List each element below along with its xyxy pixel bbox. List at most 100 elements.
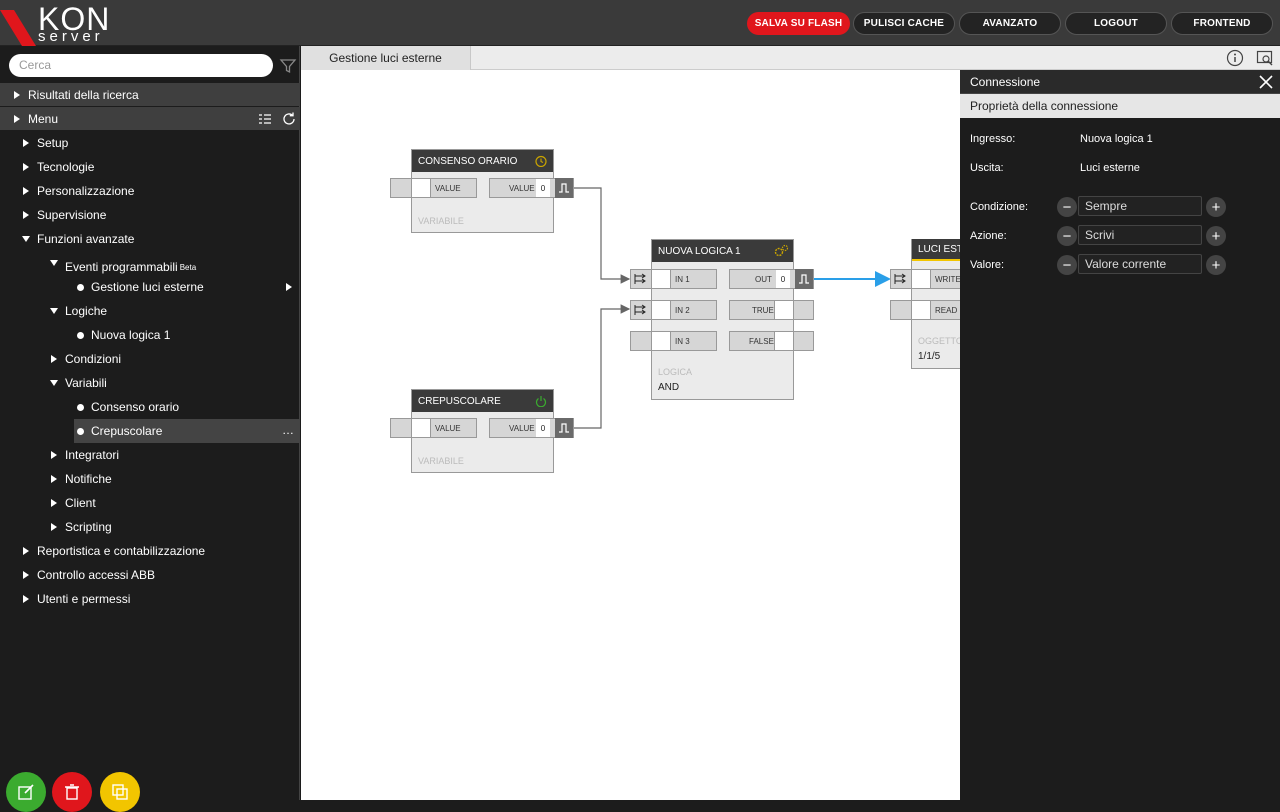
input-slot[interactable] <box>911 300 931 320</box>
output-slot[interactable] <box>774 300 794 320</box>
pulse-icon[interactable] <box>555 178 573 198</box>
port-crepuscolare-out[interactable]: VALUE 0 <box>489 418 574 438</box>
copy-button[interactable] <box>100 772 140 812</box>
sidebar-item-nuova-logica-1[interactable]: Nuova logica 1 <box>0 323 300 347</box>
sidebar-item-controllo-accessi[interactable]: Controllo accessi ABB <box>0 563 300 587</box>
connection-consenso-logica[interactable] <box>574 187 631 284</box>
output-slot[interactable] <box>774 331 794 351</box>
port-logica-out[interactable]: OUT 0 <box>729 269 814 289</box>
sidebar-item-integratori[interactable]: Integratori <box>0 443 300 467</box>
port-consenso-out[interactable]: VALUE 0 <box>489 178 574 198</box>
condizione-decrement-button[interactable]: − <box>1057 197 1077 217</box>
logo-mark-icon <box>0 10 36 46</box>
input-slot[interactable] <box>651 300 671 320</box>
connection-crepuscolare-logica[interactable] <box>574 304 631 429</box>
search-window-icon[interactable] <box>1256 49 1274 67</box>
valore-decrement-button[interactable]: − <box>1057 255 1077 275</box>
port-logica-in3[interactable]: IN 3 <box>630 331 717 351</box>
input-slot[interactable] <box>411 178 431 198</box>
sidebar-item-funzioni-avanzate[interactable]: Funzioni avanzate <box>0 227 300 251</box>
expand-icon <box>51 499 57 507</box>
port-label: FALSE <box>749 337 774 346</box>
info-icon[interactable] <box>1226 49 1244 67</box>
edit-button[interactable] <box>6 772 46 812</box>
sidebar-item-personalizzazione[interactable]: Personalizzazione <box>0 179 300 203</box>
search-input[interactable]: Cerca <box>9 54 273 77</box>
edit-icon <box>18 784 34 800</box>
group-address: 1/1/5 <box>918 351 941 362</box>
condizione-field[interactable]: Sempre <box>1078 196 1202 216</box>
port-logica-in2[interactable]: IN 2 <box>630 300 717 320</box>
port-logica-true[interactable]: TRUE <box>729 300 814 320</box>
sidebar-item-crepuscolare[interactable]: Crepuscolare… <box>74 419 300 443</box>
node-title: CREPUSCOLARE <box>412 390 553 412</box>
condizione-increment-button[interactable]: + <box>1206 197 1226 217</box>
menu-header[interactable]: Menu <box>0 107 300 130</box>
expand-icon <box>51 451 57 459</box>
port-luci-read[interactable]: READ <box>890 300 960 320</box>
port-luci-write[interactable]: WRITE <box>890 269 960 289</box>
filter-icon[interactable] <box>279 57 297 75</box>
search-results-header[interactable]: Risultati della ricerca <box>0 83 300 106</box>
pulse-icon[interactable] <box>795 269 813 289</box>
gears-icon <box>774 244 789 257</box>
azione-increment-button[interactable]: + <box>1206 226 1226 246</box>
expand-icon <box>23 571 29 579</box>
frontend-button[interactable]: FRONTEND <box>1171 12 1273 35</box>
input-slot[interactable] <box>651 269 671 289</box>
refresh-icon[interactable] <box>281 111 297 127</box>
sidebar-item-tecnologie[interactable]: Tecnologie <box>0 155 300 179</box>
sidebar-item-client[interactable]: Client <box>0 491 300 515</box>
sidebar-item-scripting[interactable]: Scripting <box>0 515 300 539</box>
input-slot[interactable] <box>911 269 931 289</box>
sidebar-item-supervisione[interactable]: Supervisione <box>0 203 300 227</box>
logic-canvas[interactable]: CONSENSO ORARIO VARIABILE VALUE VALUE 0 … <box>301 70 960 800</box>
input-slot[interactable] <box>411 418 431 438</box>
save-flash-button[interactable]: SALVA SU FLASH <box>747 12 850 35</box>
port-logica-false[interactable]: FALSE <box>729 331 814 351</box>
sidebar-item-reportistica[interactable]: Reportistica e contabilizzazione <box>0 539 300 563</box>
delete-button[interactable] <box>52 772 92 812</box>
sidebar-item-setup[interactable]: Setup <box>0 131 300 155</box>
port-label: VALUE <box>509 424 535 433</box>
timer-icon <box>535 155 547 167</box>
logo: KON server <box>0 0 130 46</box>
port-consenso-in[interactable]: VALUE <box>390 178 477 198</box>
azione-decrement-button[interactable]: − <box>1057 226 1077 246</box>
more-options-button[interactable]: … <box>282 423 294 437</box>
sidebar-item-label: Scripting <box>65 520 112 534</box>
sidebar-item-variabili[interactable]: Variabili <box>0 371 300 395</box>
sidebar: Cerca Risultati della ricerca Menu Setup… <box>0 46 300 800</box>
expand-icon <box>23 595 29 603</box>
input-arrows-icon <box>634 273 646 284</box>
sidebar-item-logiche[interactable]: Logiche <box>0 299 300 323</box>
port-crepuscolare-in[interactable]: VALUE <box>390 418 477 438</box>
port-label: VALUE <box>509 184 535 193</box>
sidebar-item-condizioni[interactable]: Condizioni <box>0 347 300 371</box>
submenu-arrow-icon[interactable] <box>286 283 292 291</box>
valore-field[interactable]: Valore corrente <box>1078 254 1202 274</box>
input-slot[interactable] <box>651 331 671 351</box>
sidebar-item-consenso-orario[interactable]: Consenso orario <box>0 395 300 419</box>
azione-field[interactable]: Scrivi <box>1078 225 1202 245</box>
port-value: 0 <box>536 419 550 437</box>
valore-increment-button[interactable]: + <box>1206 255 1226 275</box>
expand-icon <box>23 139 29 147</box>
sidebar-item-label: Client <box>65 496 96 510</box>
advanced-button[interactable]: AVANZATO <box>959 12 1061 35</box>
sidebar-item-gestione-luci-esterne[interactable]: Gestione luci esterne <box>0 275 300 299</box>
sidebar-item-utenti-permessi[interactable]: Utenti e permessi <box>0 587 300 611</box>
sidebar-item-label: Condizioni <box>65 352 122 366</box>
sidebar-item-notifiche[interactable]: Notifiche <box>0 467 300 491</box>
pulse-icon[interactable] <box>555 418 573 438</box>
close-icon[interactable] <box>1258 74 1274 90</box>
azione-label: Azione: <box>970 230 1007 242</box>
tab-gestione-luci-esterne[interactable]: Gestione luci esterne <box>301 46 471 70</box>
clear-cache-button[interactable]: PULISCI CACHE <box>853 12 955 35</box>
port-logica-in1[interactable]: IN 1 <box>630 269 717 289</box>
input-arrows-icon <box>894 273 906 284</box>
port-value: 0 <box>536 179 550 197</box>
list-icon[interactable] <box>258 112 272 126</box>
sidebar-item-label: Tecnologie <box>37 160 95 174</box>
logout-button[interactable]: LOGOUT <box>1065 12 1167 35</box>
